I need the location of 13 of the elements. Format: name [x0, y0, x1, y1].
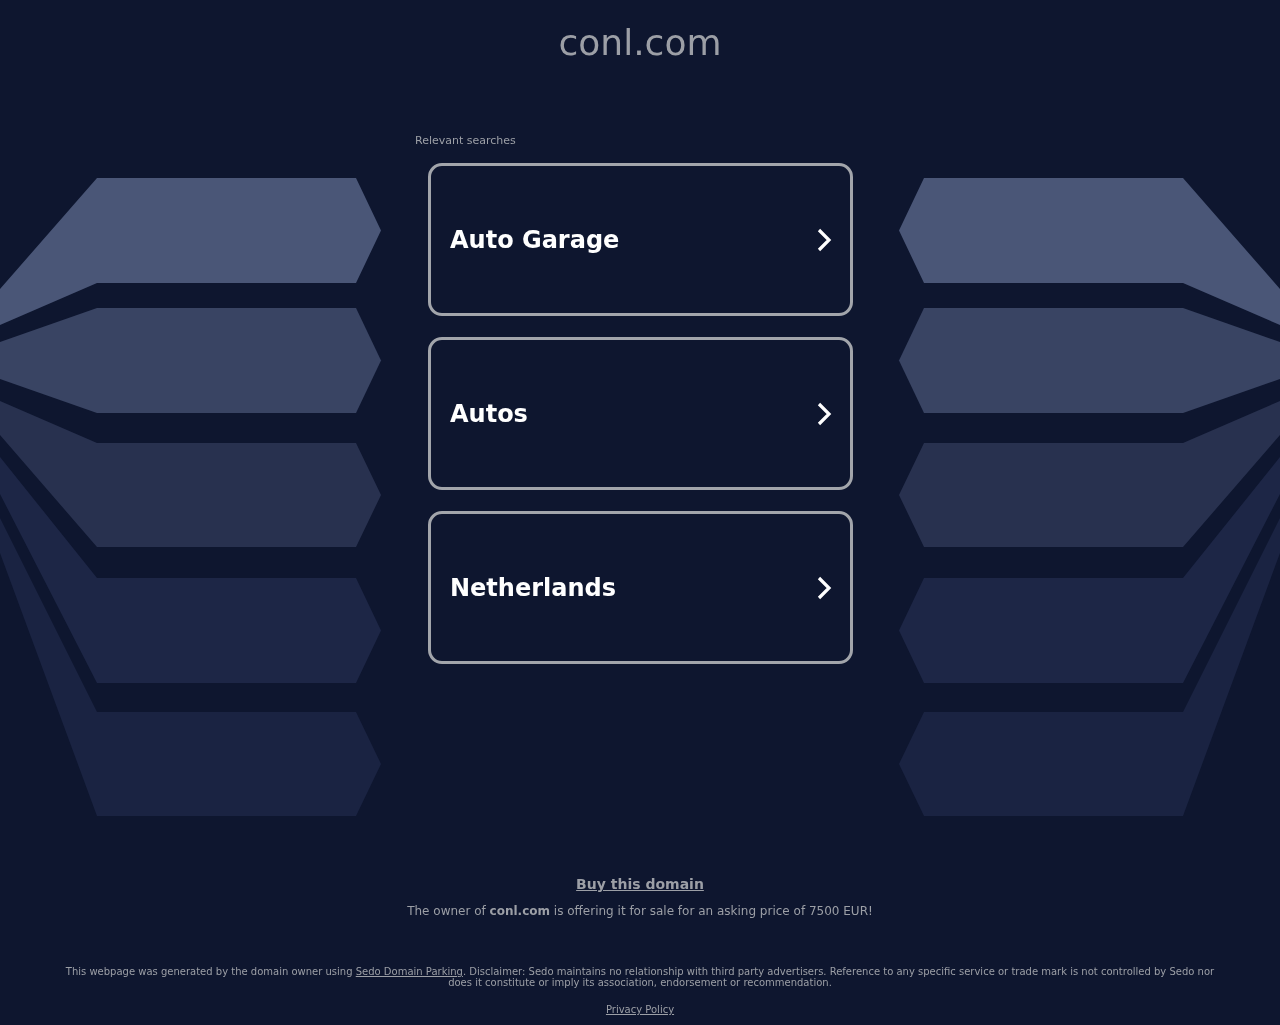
disclaimer-text: This webpage was generated by the domain owner using Sedo Domain Parking. Disclaimer: Sedo maintains no relationship with third party advertisers. Reference to any specific service or trade mark is not controlled by Sedo nor does it constitute or imply its association, endorsement or recommendation. — [64, 966, 1216, 988]
buy-domain-link[interactable]: Buy this domain — [576, 876, 704, 893]
site-title: conl.com — [558, 22, 722, 64]
search-result-link[interactable]: Autos — [428, 337, 853, 490]
section-heading: Relevant searches — [415, 134, 516, 148]
privacy-policy-link[interactable]: Privacy Policy — [605, 1004, 675, 1016]
sale-offer-text: The owner of conl.com is offering it for sale for an asking price of 7500 EUR! — [407, 904, 873, 919]
chevron-right-icon — [816, 227, 832, 252]
chevron-right-icon — [816, 401, 832, 426]
chevron-right-icon — [816, 575, 832, 600]
sedo-parking-link[interactable]: Sedo Domain Parking — [355, 966, 463, 977]
search-result-link[interactable]: Netherlands — [428, 511, 853, 664]
search-result-link[interactable]: Auto Garage — [428, 163, 853, 316]
